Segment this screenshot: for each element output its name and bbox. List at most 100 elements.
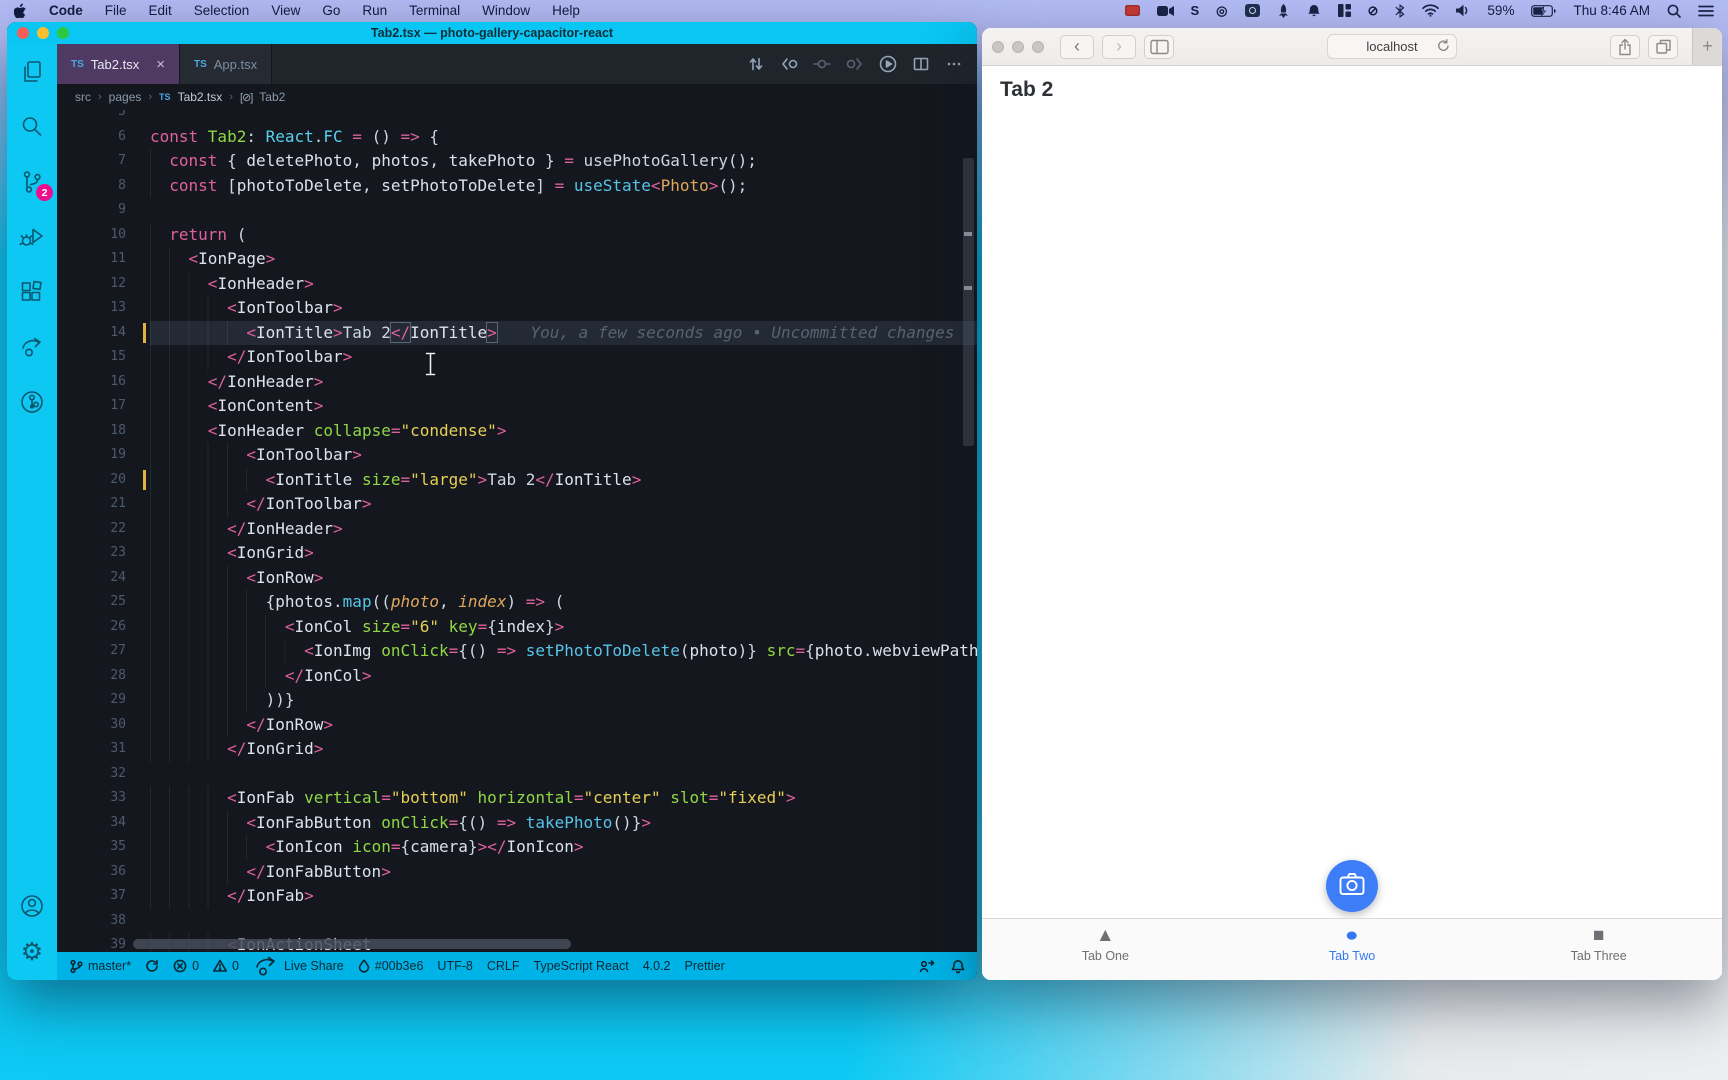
container-icon[interactable] [1244, 3, 1260, 19]
activity-source-control-icon[interactable]: 2 [18, 168, 53, 201]
code-editor[interactable]: 5 6 const Tab2: React.FC = () => {7 const {… [57, 110, 977, 952]
code-line-37[interactable]: 37 </IonFab> [57, 884, 977, 909]
vscode-titlebar[interactable]: Tab2.tsx — photo-gallery-capacitor-react [7, 22, 977, 44]
reload-icon[interactable] [1437, 39, 1450, 55]
tab-tab-one[interactable]: ▲ Tab One [982, 919, 1229, 980]
spotlight-search-icon[interactable] [1667, 3, 1681, 19]
breadcrumb-symbol[interactable]: Tab2 [259, 90, 285, 104]
tab-tab2tsx[interactable]: TS Tab2.tsx × [57, 44, 180, 84]
statusbar-prettier[interactable]: Prettier [685, 959, 725, 973]
close-tab-icon[interactable]: × [156, 56, 165, 73]
camera-fab-button[interactable] [1326, 860, 1378, 912]
forward-button[interactable]: › [1102, 34, 1136, 59]
code-line-38[interactable]: 38 [57, 909, 977, 934]
bluetooth-icon[interactable] [1395, 3, 1405, 19]
code-line-15[interactable]: 15 </IonToolbar> [57, 345, 977, 370]
activity-search-icon[interactable] [18, 113, 46, 141]
statusbar-live-share[interactable]: Live Share [253, 953, 344, 979]
code-line-29[interactable]: 29))} [57, 688, 977, 713]
code-line-5[interactable]: 5 [57, 110, 977, 125]
menu-help[interactable]: Help [552, 3, 580, 18]
code-line-6[interactable]: 6 const Tab2: React.FC = () => { [57, 125, 977, 150]
list-menu-icon[interactable] [1698, 3, 1714, 19]
code-line-36[interactable]: 36 </IonFabButton> [57, 859, 977, 884]
minimize-window-button[interactable] [1012, 40, 1024, 53]
previous-change-icon[interactable] [780, 55, 798, 73]
tab-tab-three[interactable]: ■ Tab Three [1475, 919, 1722, 980]
activity-gitlens-icon[interactable] [18, 388, 46, 416]
code-line-26[interactable]: 26 <IonCol size="6" key={index}> [57, 614, 977, 639]
statusbar-utf-8[interactable]: UTF-8 [437, 959, 472, 973]
code-line-17[interactable]: 17 <IonContent> [57, 394, 977, 419]
share-button[interactable] [1610, 34, 1641, 59]
menu-run[interactable]: Run [362, 3, 387, 18]
sidebar-button[interactable] [1144, 34, 1174, 59]
split-editor-icon[interactable] [912, 55, 930, 73]
code-line-12[interactable]: 12 <IonHeader> [57, 271, 977, 296]
wifi-icon[interactable] [1422, 3, 1440, 19]
next-change-icon[interactable] [846, 55, 864, 73]
menu-view[interactable]: View [271, 3, 300, 18]
code-line-25[interactable]: 25 {photos.map((photo, index) => ( [57, 590, 977, 615]
statusbar-paint[interactable]: #00b3e6 [358, 959, 423, 973]
apple-menu[interactable] [14, 3, 27, 19]
shortcuts-icon[interactable]: S [1191, 3, 1200, 19]
window-tiles-icon[interactable] [1337, 3, 1351, 19]
code-line-13[interactable]: 13 <IonToolbar> [57, 296, 977, 321]
new-tab-button[interactable]: + [1692, 28, 1722, 65]
code-line-11[interactable]: 11 <IonPage> [57, 247, 977, 272]
code-line-31[interactable]: 31 </IonGrid> [57, 737, 977, 762]
statusbar-branch[interactable]: master* [69, 959, 131, 974]
statusbar-typescript-react[interactable]: TypeScript React [534, 959, 629, 973]
menu-go[interactable]: Go [322, 3, 340, 18]
code-line-20[interactable]: 20 <IonTitle size="large">Tab 2</IonTitle… [57, 467, 977, 492]
menu-window[interactable]: Window [482, 3, 530, 18]
code-line-21[interactable]: 21 </IonToolbar> [57, 492, 977, 517]
do-not-disturb-icon[interactable]: ⊘ [1368, 3, 1379, 19]
tab-tab-two[interactable]: ● Tab Two [1229, 919, 1476, 980]
activity-extensions-icon[interactable] [18, 278, 46, 306]
activity-explorer-icon[interactable] [18, 58, 46, 86]
statusbar-warning[interactable]: 0 [213, 959, 239, 973]
code-line-27[interactable]: 27 <IonImg onClick={() => setPhotoToDelet… [57, 639, 977, 664]
code-line-24[interactable]: 24 <IonRow> [57, 565, 977, 590]
open-change-icon[interactable] [813, 55, 831, 73]
code-line-16[interactable]: 16 </IonHeader> [57, 369, 977, 394]
notifications-bell-icon[interactable] [1307, 3, 1321, 19]
statusbar-error[interactable]: 0 [173, 959, 199, 973]
code-line-32[interactable]: 32 [57, 762, 977, 787]
statusbar-feedback[interactable] [919, 959, 935, 973]
statusbar-sync[interactable] [145, 959, 159, 973]
menu-selection[interactable]: Selection [194, 3, 250, 18]
code-line-14[interactable]: 14 <IonTitle>Tab 2</IonTitle> You, a few s… [57, 320, 977, 345]
screen-record-icon[interactable] [1124, 3, 1140, 19]
code-line-10[interactable]: 10 return ( [57, 222, 977, 247]
activity-settings-icon[interactable]: ⚙ [18, 938, 46, 966]
safari-toolbar[interactable]: ‹ › localhost + [982, 28, 1722, 66]
statusbar-bell[interactable] [951, 959, 965, 974]
code-line-18[interactable]: 18 <IonHeader collapse="condense"> [57, 418, 977, 443]
rocket-icon[interactable] [1277, 3, 1290, 19]
at-circle-icon[interactable]: ◎ [1216, 3, 1227, 19]
code-line-28[interactable]: 28 </IonCol> [57, 663, 977, 688]
menu-file[interactable]: File [105, 3, 127, 18]
code-line-22[interactable]: 22 </IonHeader> [57, 516, 977, 541]
code-line-30[interactable]: 30 </IonRow> [57, 712, 977, 737]
vertical-scrollbar[interactable] [963, 158, 974, 446]
menu-app-code[interactable]: Code [49, 3, 83, 18]
back-button[interactable]: ‹ [1060, 34, 1094, 59]
zoom-window-button[interactable] [1032, 40, 1044, 53]
tabs-overview-button[interactable] [1648, 34, 1679, 59]
close-window-button[interactable] [992, 40, 1004, 53]
activity-run-debug-icon[interactable] [18, 223, 46, 251]
code-line-7[interactable]: 7 const { deletePhoto, photos, takePhoto … [57, 149, 977, 174]
run-icon[interactable] [879, 55, 897, 73]
horizontal-scrollbar[interactable] [133, 939, 571, 949]
statusbar-crlf[interactable]: CRLF [487, 959, 520, 973]
statusbar-4-0-2[interactable]: 4.0.2 [643, 959, 671, 973]
menu-edit[interactable]: Edit [149, 3, 172, 18]
video-camera-icon[interactable] [1156, 3, 1174, 19]
code-line-35[interactable]: 35 <IonIcon icon={camera}></IonIcon> [57, 835, 977, 860]
code-line-33[interactable]: 33 <IonFab vertical="bottom" horizontal="… [57, 786, 977, 811]
code-line-34[interactable]: 34 <IonFabButton onClick={() => takePhoto… [57, 810, 977, 835]
